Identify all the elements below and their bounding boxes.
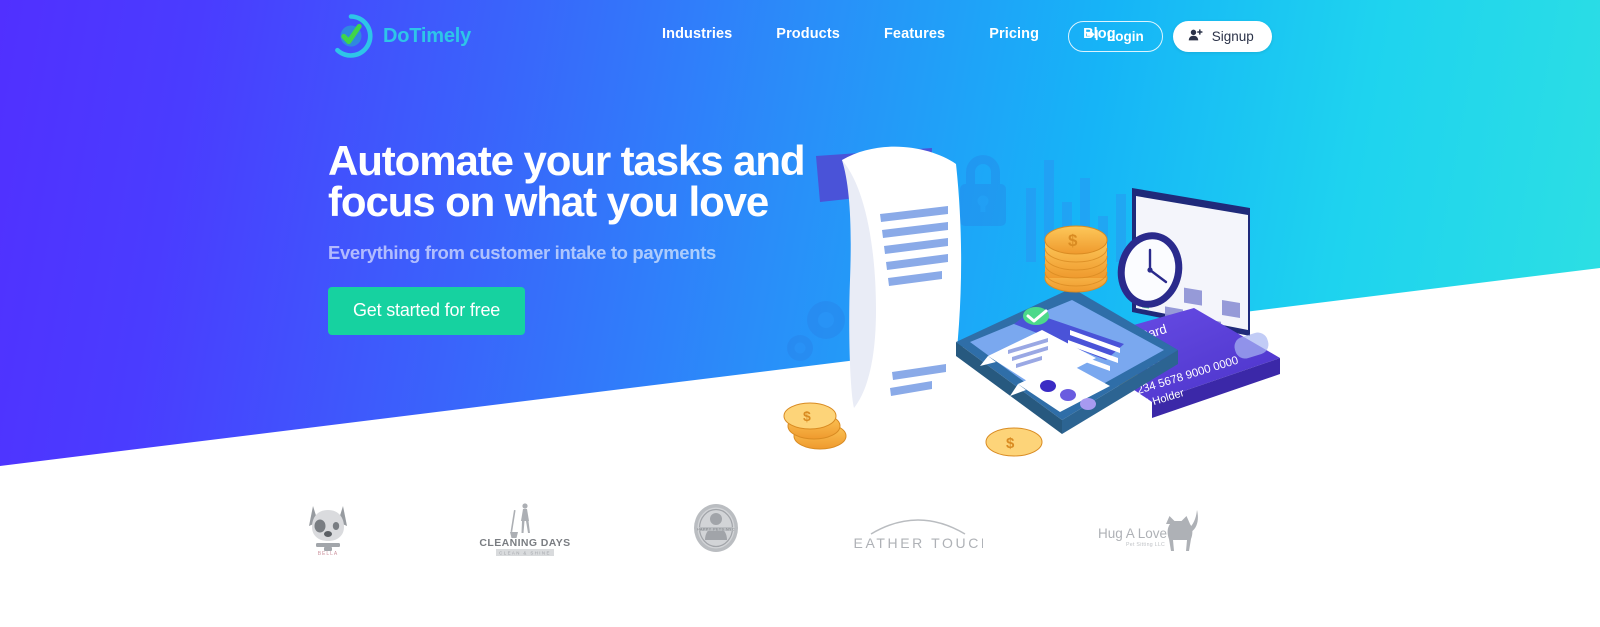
get-started-button[interactable]: Get started for free bbox=[328, 287, 526, 335]
auth-buttons: Login Signup bbox=[1068, 21, 1272, 52]
bella-label: BELLA bbox=[318, 551, 339, 556]
svg-text:$: $ bbox=[803, 408, 811, 424]
arc-icon bbox=[870, 519, 965, 535]
user-plus-icon bbox=[1188, 28, 1203, 45]
nav-item-industries[interactable]: Industries bbox=[640, 26, 754, 42]
padlock-icon bbox=[960, 155, 1006, 226]
nav-item-products[interactable]: Products bbox=[754, 26, 862, 42]
feather-touch-label: FEATHER TOUCH bbox=[853, 535, 983, 551]
hero-content: Automate your tasks and focus on what yo… bbox=[328, 140, 848, 335]
signup-button[interactable]: Signup bbox=[1172, 21, 1272, 52]
hero-title-line-1: Automate your tasks and bbox=[328, 137, 806, 184]
cleaning-days-logo: CLEANING DAYS CLEAN & SHINE bbox=[470, 498, 580, 558]
happy-pets-label: HAPPY PETS NYC bbox=[697, 527, 735, 531]
brand-logo[interactable]: DoTimely bbox=[328, 12, 471, 60]
hero-title-line-2: focus on what you love bbox=[328, 178, 769, 225]
cat-silhouette-icon bbox=[1166, 510, 1198, 551]
mop-person-icon bbox=[509, 503, 530, 538]
landing-page: DoTimely Industries Products Features Pr… bbox=[0, 0, 1600, 627]
cleaning-days-tagline: CLEAN & SHINE bbox=[499, 550, 551, 555]
nav-item-pricing[interactable]: Pricing bbox=[967, 26, 1061, 42]
svg-text:$: $ bbox=[1068, 231, 1078, 250]
hug-a-love-logo: Hug A Love Pet Sitting LLC bbox=[1096, 498, 1200, 558]
payments-automation-isometric-illustration: Credit Card 1234 5678 9000 0000 Card Hol… bbox=[780, 130, 1280, 480]
dog-head-icon bbox=[309, 506, 347, 551]
happy-pets-badge-logo: HAPPY PETS NYC bbox=[693, 498, 739, 558]
login-label: Login bbox=[1107, 29, 1144, 44]
feather-touch-logo: FEATHER TOUCH bbox=[853, 498, 983, 558]
brand-name: DoTimely bbox=[383, 24, 472, 47]
hero-title: Automate your tasks and focus on what yo… bbox=[328, 137, 848, 225]
svg-text:$: $ bbox=[1006, 435, 1015, 452]
cleaning-days-label: CLEANING DAYS bbox=[479, 537, 570, 549]
hug-a-love-tagline: Pet Sitting LLC bbox=[1126, 542, 1165, 548]
coin-stack-icon: $ bbox=[1044, 225, 1108, 293]
login-button[interactable]: Login bbox=[1068, 21, 1163, 52]
hero-subtitle: Everything from customer intake to payme… bbox=[328, 242, 716, 263]
hug-a-love-label: Hug A Love bbox=[1098, 526, 1167, 541]
client-logo-strip: BELLA CLEANING DAYS CLEAN & SHINE HAPPY … bbox=[300, 492, 1200, 564]
signup-label: Signup bbox=[1211, 29, 1254, 44]
circle-check-logo-icon bbox=[328, 13, 374, 59]
bella-dog-logo: BELLA bbox=[300, 498, 356, 558]
sign-in-icon bbox=[1085, 28, 1099, 45]
main-navigation: Industries Products Features Pricing Blo… bbox=[640, 26, 1138, 42]
nav-item-features[interactable]: Features bbox=[862, 26, 967, 42]
site-header: DoTimely Industries Products Features Pr… bbox=[0, 0, 1600, 72]
